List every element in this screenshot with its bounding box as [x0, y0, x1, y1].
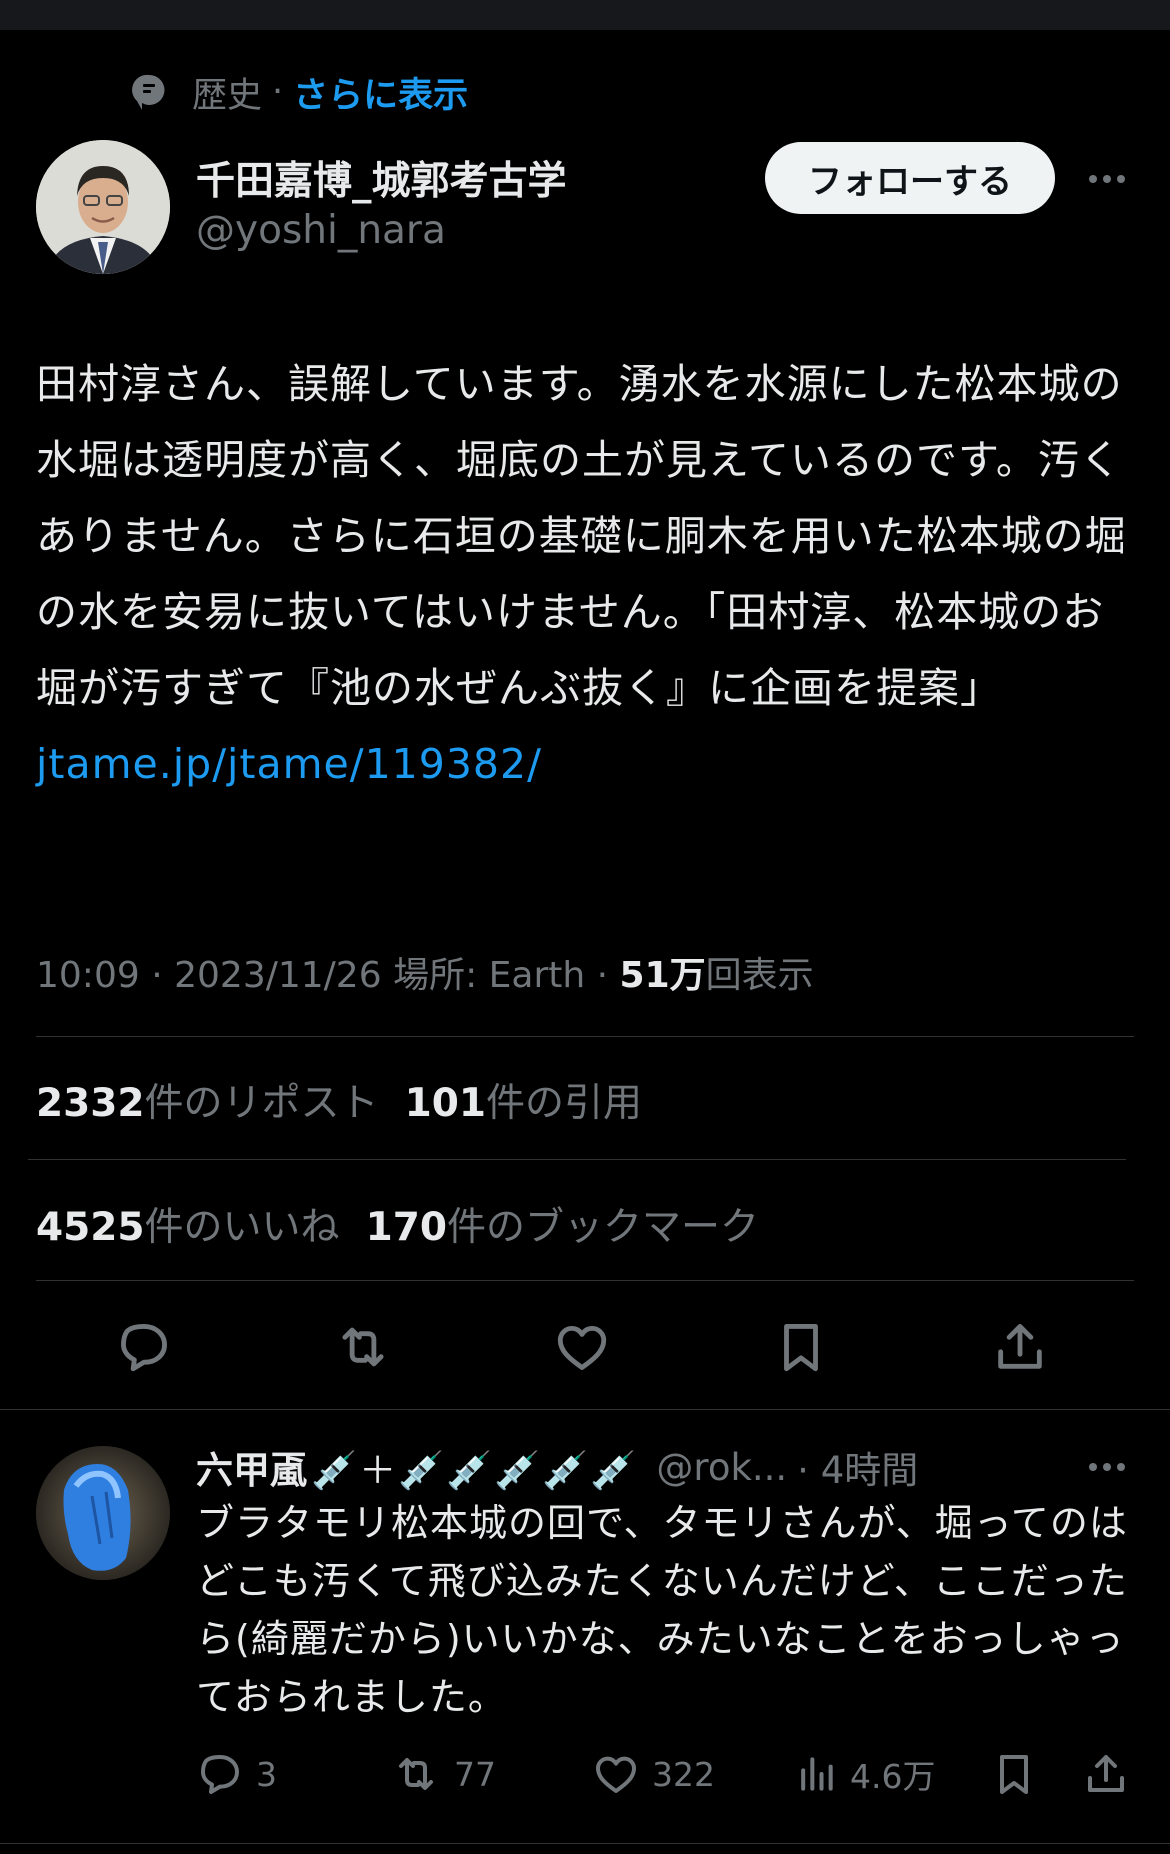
divider: [0, 1843, 1170, 1844]
follow-button[interactable]: フォローする: [765, 142, 1055, 214]
like-icon: [596, 1756, 636, 1793]
topic-separator: ·: [272, 72, 284, 112]
reply-views-count: 4.6万: [850, 1757, 936, 1796]
reply-icon: [201, 1755, 239, 1794]
reply-icon[interactable]: [114, 1317, 174, 1377]
share-icon[interactable]: [990, 1317, 1050, 1377]
likes-label: 件のいいね: [144, 1205, 340, 1250]
meta-separator: ·: [151, 955, 163, 996]
quotes-label: 件の引用: [485, 1081, 642, 1126]
repost-icon[interactable]: [333, 1317, 393, 1377]
reply-bookmark-button[interactable]: [990, 1746, 1050, 1802]
top-bar: [0, 0, 1170, 30]
repost-icon: [399, 1758, 433, 1790]
reply-avatar[interactable]: [36, 1446, 170, 1580]
topic-icon: [132, 73, 170, 111]
reposts-label: 件のリポスト: [144, 1081, 379, 1126]
like-icon[interactable]: [552, 1317, 612, 1377]
post-link[interactable]: jtame.jp/jtame/119382/: [36, 740, 542, 788]
bookmarks-count: 170: [365, 1205, 447, 1250]
reposts-count: 2332: [36, 1081, 145, 1126]
views-icon: [801, 1757, 833, 1791]
stats-row-likes: 4525件のいいね 170件のブックマーク: [36, 1196, 759, 1252]
likes-stat[interactable]: 4525件のいいね: [36, 1205, 340, 1250]
reply-replies-count: 3: [256, 1754, 277, 1794]
reply-more-options-icon[interactable]: [1089, 1463, 1125, 1471]
bookmarks-label: 件のブックマーク: [446, 1205, 759, 1250]
reply-time[interactable]: · 4時間: [797, 1440, 918, 1494]
reply-author-emoji: 💉＋💉💉💉💉💉: [311, 1449, 639, 1492]
topic-context: 歴史 · さらに表示: [132, 66, 468, 118]
author-avatar[interactable]: [36, 140, 170, 274]
views-label: 回表示: [705, 955, 814, 996]
post-location: 場所: Earth: [393, 955, 586, 996]
reply-reply-button[interactable]: 3: [196, 1746, 277, 1802]
likes-count: 4525: [36, 1205, 145, 1250]
divider: [0, 1409, 1170, 1410]
reply-views-button[interactable]: 4.6万: [794, 1746, 935, 1802]
reply-author-name[interactable]: 六甲颪: [196, 1440, 307, 1494]
divider: [36, 1280, 1134, 1281]
more-options-icon[interactable]: [1089, 175, 1125, 183]
reposts-stat[interactable]: 2332件のリポスト: [36, 1081, 379, 1126]
reply-repost-button[interactable]: 77: [390, 1746, 496, 1802]
bookmarks-stat[interactable]: 170件のブックマーク: [366, 1205, 759, 1250]
bookmark-icon[interactable]: [771, 1317, 831, 1377]
reply-like-button[interactable]: 322: [592, 1746, 715, 1802]
post-date[interactable]: 2023/11/26: [174, 955, 382, 996]
divider: [36, 1036, 1134, 1037]
views-count: 51万: [619, 955, 706, 996]
reply-likes-count: 322: [652, 1754, 715, 1794]
post-body: 田村淳さん、誤解しています。湧水を水源にした松本城の水堀は透明度が高く、堀底の土…: [36, 360, 1127, 712]
topic-category[interactable]: 歴史: [192, 67, 262, 118]
reply-reposts-count: 77: [454, 1754, 496, 1794]
bookmark-icon: [1000, 1755, 1028, 1794]
share-icon: [1088, 1755, 1124, 1792]
reply-share-button[interactable]: [1082, 1746, 1142, 1802]
divider: [28, 1159, 1126, 1160]
post-text: 田村淳さん、誤解しています。湧水を水源にした松本城の水堀は透明度が高く、堀底の土…: [36, 346, 1146, 802]
meta-separator: ·: [596, 955, 609, 996]
quotes-count: 101: [404, 1081, 486, 1126]
author-name[interactable]: 千田嘉博_城郭考古学: [196, 150, 567, 206]
author-handle[interactable]: @yoshi_nara: [196, 208, 446, 253]
reply-text: ブラタモリ松本城の回で、タモリさんが、堀ってのはどこも汚くて飛び込みたくないんだ…: [196, 1501, 1128, 1719]
reply-header: 六甲颪 💉＋💉💉💉💉💉 @rok... · 4時間: [196, 1440, 918, 1494]
quotes-stat[interactable]: 101件の引用: [405, 1081, 642, 1126]
stats-row-reposts: 2332件のリポスト 101件の引用: [36, 1072, 642, 1128]
reply-author-handle[interactable]: @rok...: [656, 1446, 787, 1489]
post-meta: 10:09 · 2023/11/26 場所: Earth · 51万回表示: [36, 946, 814, 998]
post-time[interactable]: 10:09: [36, 955, 140, 996]
show-more-link[interactable]: さらに表示: [293, 67, 468, 118]
